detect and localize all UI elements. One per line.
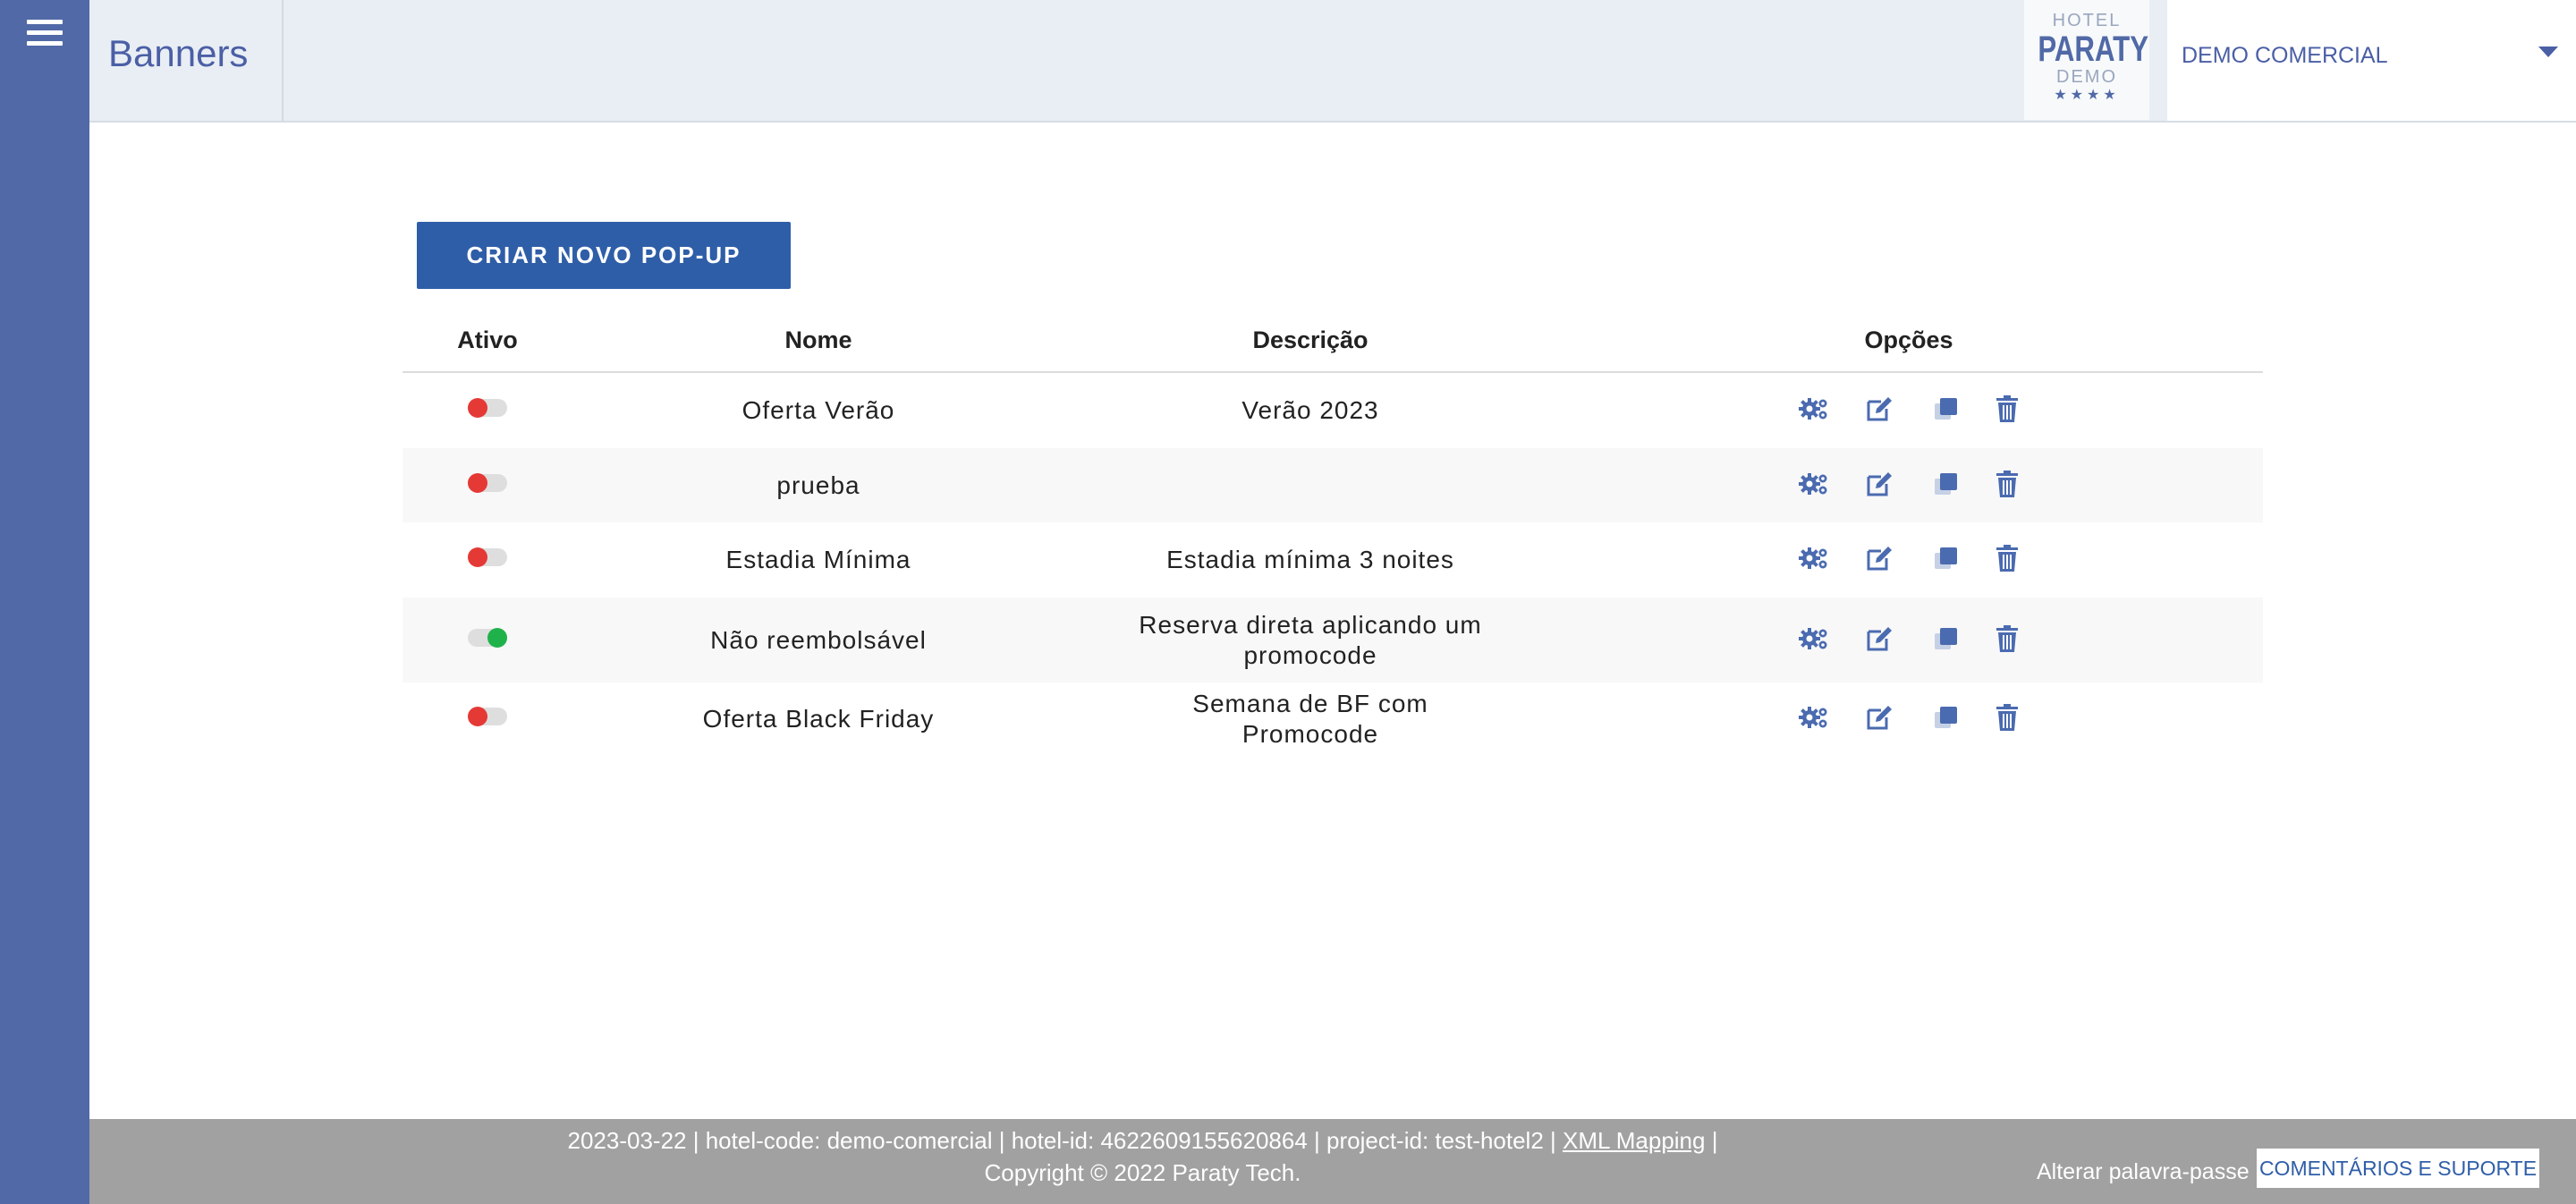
table-body: Oferta Verão Verão 2023 prueba Estadia Míni… bbox=[402, 373, 2263, 756]
logo-brand-text: PARATY bbox=[2038, 30, 2149, 69]
gear-icon[interactable] bbox=[1796, 391, 1832, 427]
trash-icon[interactable] bbox=[1989, 466, 2025, 502]
edit-icon[interactable] bbox=[1862, 700, 1898, 735]
menu-icon[interactable] bbox=[27, 20, 63, 50]
row-name: Não reembolsável bbox=[710, 625, 927, 654]
trash-icon[interactable] bbox=[1989, 621, 2025, 657]
footer-separator: | bbox=[1711, 1127, 1718, 1154]
table-row: prueba bbox=[402, 448, 2263, 522]
edit-icon[interactable] bbox=[1862, 540, 1898, 576]
gear-icon[interactable] bbox=[1796, 621, 1832, 657]
copy-icon[interactable] bbox=[1928, 391, 1964, 427]
copy-icon[interactable] bbox=[1928, 540, 1964, 576]
row-name: prueba bbox=[776, 471, 860, 499]
copy-icon[interactable] bbox=[1928, 466, 1964, 502]
footer-copyright: Copyright © 2022 Paraty Tech. bbox=[984, 1159, 1301, 1186]
row-name: Oferta Verão bbox=[741, 396, 895, 424]
row-name: Oferta Black Friday bbox=[702, 705, 935, 733]
sidebar bbox=[0, 0, 89, 1204]
row-description: Estadia mínima 3 noites bbox=[1166, 546, 1454, 573]
page-title: Banners bbox=[108, 32, 249, 74]
footer-info-text: 2023-03-22 | hotel-code: demo-comercial … bbox=[567, 1127, 1556, 1154]
toggle-knob bbox=[468, 547, 487, 567]
copy-icon[interactable] bbox=[1928, 621, 1964, 657]
gear-icon[interactable] bbox=[1796, 540, 1832, 576]
table-row: Oferta Black Friday Semana de BF com Prom… bbox=[402, 683, 2263, 756]
column-header-name: Nome bbox=[784, 326, 852, 353]
banners-table: Ativo Nome Descrição Opções Oferta Verão… bbox=[402, 316, 2263, 756]
xml-mapping-link[interactable]: XML Mapping bbox=[1563, 1127, 1705, 1154]
edit-icon[interactable] bbox=[1862, 466, 1898, 502]
active-toggle[interactable] bbox=[468, 398, 507, 418]
header: Banners HOTEL PARATY DEMO ★★★★ DEMO COME… bbox=[89, 0, 2576, 123]
gear-icon[interactable] bbox=[1796, 700, 1832, 735]
active-toggle[interactable] bbox=[468, 472, 507, 493]
toggle-knob bbox=[468, 472, 487, 493]
trash-icon[interactable] bbox=[1989, 391, 2025, 427]
active-toggle[interactable] bbox=[468, 707, 507, 726]
gear-icon[interactable] bbox=[1796, 466, 1832, 502]
column-header-description: Descrição bbox=[1252, 326, 1368, 353]
footer: 2023-03-22 | hotel-code: demo-comercial … bbox=[89, 1119, 2576, 1204]
active-toggle[interactable] bbox=[468, 547, 507, 567]
row-description: Verão 2023 bbox=[1241, 396, 1379, 424]
table-row: Estadia Mínima Estadia mínima 3 noites bbox=[402, 522, 2263, 598]
row-description: Semana de BF com Promocode bbox=[1192, 690, 1428, 748]
logo-sub-text: DEMO bbox=[2056, 67, 2117, 87]
logo-top-text: HOTEL bbox=[2052, 11, 2122, 30]
footer-info: 2023-03-22 | hotel-code: demo-comercial … bbox=[89, 1127, 2196, 1155]
copy-icon[interactable] bbox=[1928, 700, 1964, 735]
support-button[interactable]: COMENTÁRIOS E SUPORTE bbox=[2257, 1149, 2539, 1188]
hotel-logo: HOTEL PARATY DEMO ★★★★ bbox=[2024, 0, 2149, 120]
toggle-knob bbox=[468, 707, 487, 726]
hotel-select[interactable]: DEMO COMERCIAL bbox=[2167, 0, 2576, 121]
hotel-select-value: DEMO COMERCIAL bbox=[2182, 43, 2388, 68]
chevron-down-icon bbox=[2538, 47, 2558, 57]
create-popup-button[interactable]: CRIAR NOVO POP-UP bbox=[417, 222, 791, 289]
toggle-knob bbox=[468, 398, 487, 418]
column-header-active: Ativo bbox=[457, 326, 518, 353]
header-divider bbox=[282, 0, 284, 121]
row-description: Reserva direta aplicando um promocode bbox=[1139, 610, 1482, 669]
trash-icon[interactable] bbox=[1989, 540, 2025, 576]
edit-icon[interactable] bbox=[1862, 621, 1898, 657]
column-header-options: Opções bbox=[1864, 326, 1953, 353]
table-row: Não reembolsável Reserva direta aplicando… bbox=[402, 598, 2263, 683]
row-name: Estadia Mínima bbox=[725, 546, 911, 573]
table-header: Ativo Nome Descrição Opções bbox=[402, 316, 2263, 373]
edit-icon[interactable] bbox=[1862, 391, 1898, 427]
trash-icon[interactable] bbox=[1989, 700, 2025, 735]
change-password-link[interactable]: Alterar palavra-passe bbox=[2037, 1159, 2250, 1185]
active-toggle[interactable] bbox=[468, 627, 507, 648]
toggle-knob bbox=[487, 627, 507, 648]
table-row: Oferta Verão Verão 2023 bbox=[402, 373, 2263, 448]
logo-stars: ★★★★ bbox=[2054, 88, 2120, 103]
